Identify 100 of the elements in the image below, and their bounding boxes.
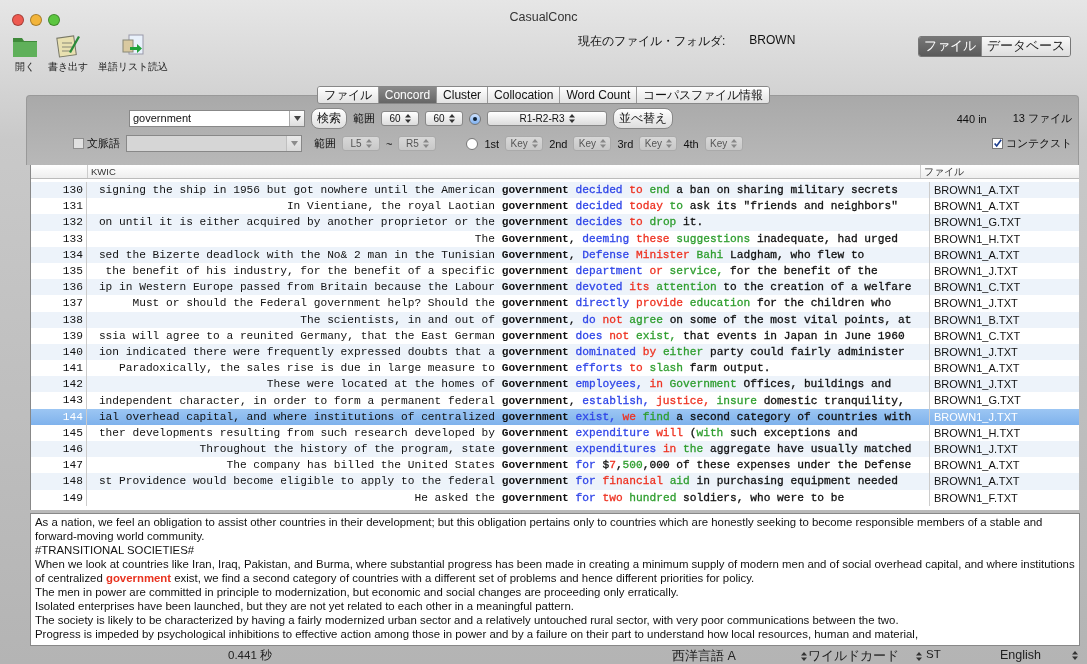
- sort-order-select[interactable]: R1-R2-R3: [487, 111, 607, 126]
- close-button[interactable]: [12, 14, 24, 26]
- collocate-word: ask its "friends and neighbors": [689, 200, 898, 213]
- tilde-label: ~: [386, 137, 393, 150]
- file-name: BROWN1_B.TXT: [929, 311, 1079, 328]
- span-left-select[interactable]: 60: [381, 111, 419, 126]
- collocate-word: aid: [669, 475, 690, 488]
- collocate-word: employees,: [575, 378, 643, 391]
- wildcard-select[interactable]: ワイルドカード: [808, 648, 922, 664]
- collocate-word: drop: [649, 216, 677, 229]
- collocate-word: either: [662, 345, 704, 358]
- language-select[interactable]: 西洋言語 A: [672, 648, 807, 664]
- toolbar-button[interactable]: 開く: [12, 32, 38, 74]
- collocate-word: expenditures: [575, 443, 657, 456]
- zoom-button[interactable]: [48, 14, 60, 26]
- file-count: 13 ファイル: [1012, 111, 1072, 126]
- stepper-arrows-icon: [365, 139, 372, 148]
- left-context: ial overhead capital, and where institutions of centralized: [97, 410, 495, 423]
- node-word: government: [501, 475, 569, 488]
- toolbar-button[interactable]: 書き出す: [48, 32, 88, 74]
- mode-segment[interactable]: ファイル: [919, 37, 981, 56]
- collocate-word: by: [642, 345, 657, 358]
- node-word: government,: [501, 394, 576, 407]
- collocate-word: ,000 of these expenses under the Defense: [642, 459, 912, 472]
- collocate-word: two: [602, 491, 623, 504]
- stepper-arrows-icon: [568, 114, 575, 123]
- window-title: CasualConc: [509, 10, 578, 24]
- ui-language-select[interactable]: English: [1000, 648, 1078, 662]
- node-word: Government: [501, 459, 569, 472]
- collocate-word: party could fairly administer: [709, 345, 905, 358]
- node-word: government: [501, 410, 569, 423]
- collocate-word: department: [575, 265, 643, 278]
- left-context: Must or should the Federal government help? Should the: [131, 297, 495, 310]
- minimize-button[interactable]: [30, 14, 42, 26]
- node-word: Government: [501, 362, 569, 375]
- collocate-word: or: [649, 265, 663, 278]
- left-context: The scientists, in and out of: [299, 313, 495, 326]
- key-order-label: 3rd: [617, 137, 634, 150]
- context-word-label: 文脈語: [87, 136, 120, 151]
- collocate-word: domestic tranquility,: [763, 394, 905, 407]
- stepper-arrows-icon: [422, 139, 429, 148]
- collocate-word: find: [642, 410, 670, 423]
- mode-segment[interactable]: データベース: [981, 37, 1070, 56]
- tab[interactable]: Concord: [377, 87, 437, 103]
- toolbar-button[interactable]: 単語リスト読込: [98, 32, 168, 74]
- line-number: 143: [31, 392, 87, 409]
- collocate-word: slash: [649, 362, 684, 375]
- column-header[interactable]: ファイル: [920, 165, 1070, 178]
- collocate-word: to: [629, 216, 643, 229]
- span-right-select[interactable]: 60: [425, 111, 463, 126]
- collocate-word: Defense: [582, 248, 630, 261]
- file-name: BROWN1_F.TXT: [929, 489, 1079, 506]
- context-paragraph: The society is likely to be characterized by having a fairly modernized urban sector and a relatively untouched rural sector, with very poor communications between the two.: [35, 613, 900, 627]
- concordance-row[interactable]: 148 st Providence would become eligible to apply to the federal government for financial aid in purchasing equipment needed BROWN1_A.TXT: [31, 473, 1079, 490]
- node-word: government: [501, 345, 569, 358]
- collocate-word: expenditure: [575, 426, 650, 439]
- sort-button[interactable]: 並べ替え: [613, 108, 673, 129]
- left-context: He asked the: [413, 491, 495, 504]
- tab[interactable]: コーパスファイル情報: [636, 87, 770, 103]
- left-context: independent character, in order to form a permanent federal: [97, 394, 495, 407]
- concordance-row[interactable]: 132 on until it is either acquired by another proprietor or the government decides to drop it. BROWN1_G.TXT: [31, 214, 1079, 231]
- left-context: the benefit of his industry, for the benefit of a specific: [104, 265, 495, 278]
- collocate-word: decides: [575, 216, 623, 229]
- tab[interactable]: Cluster: [436, 87, 488, 103]
- node-word: government: [501, 184, 569, 197]
- left-context: on until it is either acquired by another proprietor or the: [97, 216, 495, 229]
- line-number: 132: [31, 214, 87, 231]
- concordance-row[interactable]: 142 These were located at the homes of Government employees, in Government Offices, buildings and BROWN1_J.TXT: [31, 376, 1079, 393]
- search-button[interactable]: 検索: [311, 108, 347, 129]
- file-name: BROWN1_G.TXT: [929, 392, 1079, 409]
- collocate-word: devoted: [575, 281, 623, 294]
- tab[interactable]: Collocation: [487, 87, 560, 103]
- tab[interactable]: Word Count: [559, 87, 637, 103]
- context-paragraph: The men in power are committed in principle to modernization, but economic and social changes are proceeding only erratically.: [35, 585, 680, 599]
- key-order-label: 4th: [683, 137, 699, 150]
- line-number: 139: [31, 327, 87, 344]
- collocate-word: suggestions: [676, 232, 751, 245]
- line-number: 144: [31, 408, 87, 425]
- stepper-arrows-icon: [666, 139, 672, 148]
- search-combo-field[interactable]: government: [129, 110, 305, 127]
- stepper-arrows-icon: [801, 652, 807, 661]
- stepper-arrows-icon: [448, 114, 455, 123]
- stepper-arrows-icon: [404, 114, 411, 123]
- concordance-row[interactable]: 146 Throughout the history of the program, state government expenditures in the aggregate have usually matched BROWN1_J.TXT: [31, 441, 1079, 458]
- left-context: Paradoxically, the sales rise is due in large measure to: [118, 362, 495, 375]
- collocate-word: that events in Japan in June 1960: [683, 329, 905, 342]
- concordance-row[interactable]: 130 signing the ship in 1956 but got nowhere until the American government decided to end a ban on sharing military secrets BROWN1_A.TXT: [31, 182, 1079, 199]
- sort-radio[interactable]: [469, 112, 481, 125]
- column-header[interactable]: KWIC: [87, 165, 920, 178]
- collocate-word: service,: [669, 265, 724, 278]
- concordance-row[interactable]: 136 ip in Western Europe passed from Britain because the Labour Government devoted its attention to the creation of a welfare BROWN1_C.TXT: [31, 279, 1079, 296]
- key-order-label: 1st: [484, 137, 500, 150]
- tab[interactable]: ファイル: [317, 87, 378, 103]
- collocate-word: to: [669, 200, 684, 213]
- folder-label: 現在のファイル・フォルダ:: [578, 33, 726, 50]
- line-number: 137: [31, 295, 87, 312]
- file-name: BROWN1_A.TXT: [929, 473, 1079, 490]
- node-word: government: [501, 200, 569, 213]
- collocate-word: Minister: [636, 248, 690, 261]
- collocate-word: 7: [609, 459, 616, 472]
